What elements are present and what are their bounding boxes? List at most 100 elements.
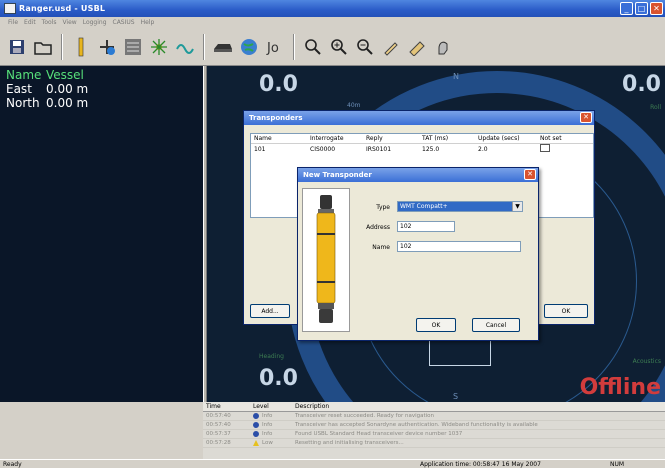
close-button[interactable]: ✕ xyxy=(650,2,663,15)
marks-icon[interactable]: Jo xyxy=(264,36,286,58)
menu-edit[interactable]: Edit xyxy=(24,19,36,26)
toolbar-separator xyxy=(61,33,63,60)
menu-tools[interactable]: Tools xyxy=(42,19,57,26)
calibrate-icon[interactable] xyxy=(122,36,144,58)
add-button[interactable]: Add... xyxy=(250,304,290,318)
toolbar-separator xyxy=(203,33,205,60)
log-level: Info xyxy=(251,431,291,437)
close-icon[interactable]: ✕ xyxy=(524,169,536,180)
info-icon xyxy=(253,413,259,419)
transceiver-icon[interactable] xyxy=(70,36,92,58)
minimize-button[interactable]: _ xyxy=(620,2,633,15)
log-list: 00:57:40 Info Transceiver reset succeede… xyxy=(203,412,665,459)
east-row: East 0.00 m xyxy=(6,82,88,96)
new-transponder-dialog: New Transponder ✕ Type WMT Compatt+ ▼ Ad… xyxy=(297,167,539,341)
warning-icon xyxy=(253,440,259,446)
svg-text:Jo: Jo xyxy=(266,41,279,56)
status-app-time: Application time: 00:58:47 16 May 2007 xyxy=(420,460,541,468)
col-not-set[interactable]: Not set xyxy=(537,135,587,142)
new-transponder-titlebar[interactable]: New Transponder ✕ xyxy=(298,168,538,182)
log-time: 00:57:37 xyxy=(206,431,231,437)
maximize-button[interactable]: □ xyxy=(635,2,648,15)
cell-reply: IRS0101 xyxy=(366,145,392,153)
menu-logging[interactable]: Logging xyxy=(83,19,107,26)
app-icon xyxy=(4,3,16,14)
globe-icon[interactable] xyxy=(238,36,260,58)
not-set-checkbox[interactable] xyxy=(540,144,550,152)
log-level-text: Info xyxy=(262,431,273,437)
status-bar: Ready Application time: 00:58:47 16 May … xyxy=(0,459,665,468)
zoom-tool-icon[interactable] xyxy=(302,36,324,58)
type-label: Type xyxy=(376,204,390,211)
log-level: Low xyxy=(251,440,291,446)
col-tat[interactable]: TAT (ms) xyxy=(419,135,475,142)
col-interrogate[interactable]: Interrogate xyxy=(307,135,363,142)
log-col-time[interactable]: Time xyxy=(203,403,251,410)
north-value: 0.00 m xyxy=(46,96,89,110)
pen-icon[interactable] xyxy=(380,36,402,58)
name-field[interactable]: 102 xyxy=(397,241,521,252)
log-time: 00:57:40 xyxy=(206,422,231,428)
survey-icon[interactable] xyxy=(148,36,170,58)
north-key: North xyxy=(6,96,40,110)
log-level-text: Info xyxy=(262,422,273,428)
north-row: North 0.00 m xyxy=(6,96,88,110)
offline-status: Offline xyxy=(579,375,661,400)
ok-button[interactable]: OK xyxy=(544,304,588,318)
position-panel: Name Vessel East 0.00 m North 0.00 m xyxy=(0,66,203,402)
transponders-dialog-titlebar[interactable]: Transponders ✕ xyxy=(244,111,594,125)
col-name[interactable]: Name xyxy=(251,135,307,142)
cell-name: 101 xyxy=(254,145,266,153)
add-transponder-icon[interactable] xyxy=(96,36,118,58)
menu-casius[interactable]: CASIUS xyxy=(113,19,135,26)
top-right-readout: 0.0 xyxy=(622,72,661,97)
ok-button[interactable]: OK xyxy=(416,318,456,332)
cell-tat: 125.0 xyxy=(422,145,440,153)
transponder-image xyxy=(302,188,350,332)
transponders-dialog-title: Transponders xyxy=(249,114,303,122)
save-icon[interactable] xyxy=(6,36,28,58)
log-col-description[interactable]: Description xyxy=(291,403,329,410)
address-field[interactable]: 102 xyxy=(397,221,455,232)
pan-icon[interactable] xyxy=(432,36,454,58)
zoom-out-icon[interactable] xyxy=(354,36,376,58)
transponder-icon xyxy=(316,195,336,323)
table-row[interactable]: 101 CIS0000 IRS0101 125.0 2.0 xyxy=(251,144,593,154)
col-update[interactable]: Update (secs) xyxy=(475,135,537,142)
toolbar-separator xyxy=(293,33,295,60)
menu-view[interactable]: View xyxy=(62,19,76,26)
sound-velocity-icon[interactable] xyxy=(174,36,196,58)
col-reply[interactable]: Reply xyxy=(363,135,419,142)
close-icon[interactable]: ✕ xyxy=(580,112,592,123)
vessel-icon[interactable] xyxy=(212,36,234,58)
range-label: 40m xyxy=(347,102,361,109)
window-title: Ranger.usd - USBL xyxy=(19,4,106,13)
log-header: Time Level Description xyxy=(203,402,665,412)
east-key: East xyxy=(6,82,32,96)
name-row: Name Vessel xyxy=(6,68,84,82)
info-icon xyxy=(253,431,259,437)
ruler-icon[interactable] xyxy=(406,36,428,58)
log-row[interactable]: 00:57:28 Low Resetting and initialising … xyxy=(203,439,665,448)
cancel-button[interactable]: Cancel xyxy=(472,318,520,332)
log-row[interactable]: 00:57:40 Info Transceiver has accepted S… xyxy=(203,421,665,430)
zoom-in-icon[interactable] xyxy=(328,36,350,58)
log-col-level[interactable]: Level xyxy=(251,403,291,410)
name-value: Vessel xyxy=(46,68,84,82)
top-left-readout: 0.0 xyxy=(259,72,298,97)
log-time: 00:57:40 xyxy=(206,413,231,419)
open-icon[interactable] xyxy=(32,36,54,58)
menu-help[interactable]: Help xyxy=(141,19,155,26)
east-value: 0.00 m xyxy=(46,82,89,96)
cell-not-set xyxy=(537,144,587,154)
log-row[interactable]: 00:57:40 Info Transceiver reset succeede… xyxy=(203,412,665,421)
log-description: Found USBL Standard Head transceiver dev… xyxy=(295,431,463,437)
cell-update: 2.0 xyxy=(478,145,488,153)
type-select[interactable]: WMT Compatt+ ▼ xyxy=(397,201,523,212)
log-row[interactable]: 00:57:37 Info Found USBL Standard Head t… xyxy=(203,430,665,439)
menu-file[interactable]: File xyxy=(8,19,18,26)
cell-interrogate: CIS0000 xyxy=(310,145,336,153)
chevron-down-icon[interactable]: ▼ xyxy=(512,202,522,211)
compass-south: S xyxy=(453,392,459,401)
window-controls: _ □ ✕ xyxy=(620,2,663,15)
